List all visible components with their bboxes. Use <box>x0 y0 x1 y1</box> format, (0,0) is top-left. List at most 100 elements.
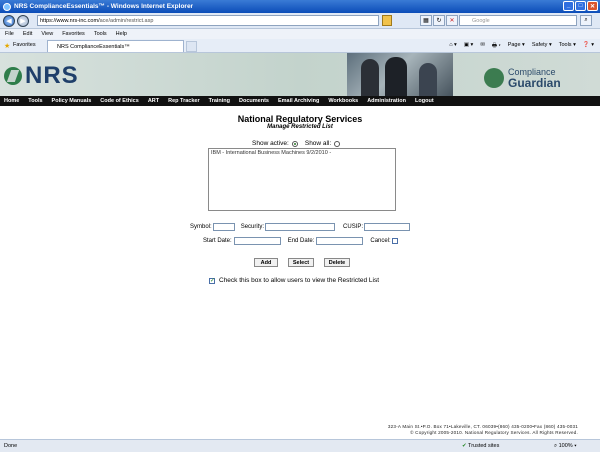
delete-button[interactable]: Delete <box>324 258 350 267</box>
date-row: Start Date: End Date: Cancel: <box>203 237 398 245</box>
nav-policy-manuals[interactable]: Policy Manuals <box>52 98 92 104</box>
nav-art[interactable]: ART <box>148 98 159 104</box>
menu-view[interactable]: View <box>41 31 53 37</box>
status-bar: Done ✔ Trusted sites ⌕ 100% ▾ <box>0 439 600 452</box>
page-menu[interactable]: Page ▾ <box>508 42 525 51</box>
nav-workbooks[interactable]: Workbooks <box>328 98 358 104</box>
page-content: National Regulatory Services Manage Rest… <box>0 106 600 439</box>
ie-logo-icon <box>3 2 11 11</box>
cusip-label: CUSIP: <box>343 224 364 230</box>
restricted-list[interactable]: IBM - International Business Machines 9/… <box>208 148 396 211</box>
menu-help[interactable]: Help <box>116 31 127 37</box>
zoom-text: 100% <box>558 443 573 449</box>
menu-tools[interactable]: Tools <box>94 31 107 37</box>
address-host: https://www.nrs-inc.com/ <box>40 17 100 24</box>
print-menu[interactable]: 🖶 ▾ <box>492 42 501 51</box>
compatibility-icon[interactable]: ▦ <box>420 15 432 26</box>
minimize-button[interactable]: _ <box>563 1 574 11</box>
show-all-label: Show all: <box>304 140 332 147</box>
window-titlebar: NRS ComplianceEssentials™ - Windows Inte… <box>0 0 600 13</box>
show-filter: Show active: Show all: <box>252 140 347 147</box>
security-input[interactable] <box>265 223 336 231</box>
nrs-logo-icon <box>4 67 22 85</box>
menu-file[interactable]: File <box>5 31 14 37</box>
main-nav: Home Tools Policy Manuals Code of Ethics… <box>0 96 600 106</box>
address-bar[interactable]: https://www.nrs-inc.com/ace/admin/restri… <box>37 15 379 26</box>
tools-menu[interactable]: Tools ▾ <box>559 42 576 51</box>
menu-favorites[interactable]: Favorites <box>62 31 85 37</box>
zone-indicator[interactable]: ✔ Trusted sites <box>462 443 499 449</box>
compliance-guardian-logo: Compliance Guardian <box>484 65 596 90</box>
favorites-button[interactable]: Favorites <box>13 42 36 48</box>
help-menu[interactable]: ❓ ▾ <box>583 42 594 51</box>
nav-training[interactable]: Training <box>209 98 230 104</box>
search-input[interactable]: Google <box>459 15 577 26</box>
mail-button[interactable]: ✉ <box>480 42 485 51</box>
page-title: National Regulatory Services <box>237 114 363 124</box>
stop-icon[interactable]: ✕ <box>446 15 458 26</box>
add-button[interactable]: Add <box>254 258 278 267</box>
address-path: ace/admin/restrict.asp <box>99 17 154 24</box>
cancel-label: Cancel: <box>370 238 391 244</box>
favorites-star-icon[interactable]: ★ <box>4 42 10 50</box>
zone-text: Trusted sites <box>468 443 500 449</box>
page-subtitle: Manage Restricted List <box>267 124 333 130</box>
tab-title: NRS ComplianceEssentials™ <box>57 43 130 50</box>
nav-logout[interactable]: Logout <box>415 98 434 104</box>
symbol-label: Symbol: <box>190 224 212 230</box>
cusip-input[interactable] <box>364 223 411 231</box>
nav-documents[interactable]: Documents <box>239 98 269 104</box>
end-date-label: End Date: <box>287 238 315 244</box>
nrs-logo-text: NRS <box>25 62 79 89</box>
allow-view-label: Check this box to allow users to view th… <box>219 277 380 284</box>
close-button[interactable]: ✕ <box>587 1 598 11</box>
start-date-input[interactable] <box>233 237 281 245</box>
menu-bar: File Edit View Favorites Tools Help <box>0 29 600 39</box>
select-button[interactable]: Select <box>288 258 314 267</box>
guardian-logo-icon <box>484 68 504 88</box>
nav-email-archiving[interactable]: Email Archiving <box>278 98 319 104</box>
show-all-radio[interactable] <box>334 140 341 147</box>
safety-menu[interactable]: Safety ▾ <box>532 42 552 51</box>
refresh-icon[interactable]: ↻ <box>433 15 445 26</box>
back-button[interactable]: ◀ <box>3 15 15 27</box>
browser-tab[interactable]: NRS ComplianceEssentials™ <box>47 40 184 52</box>
site-banner: NRS Compliance Guardian <box>0 53 600 96</box>
page-footer: 323-A Main St.•P.O. Box 71•Lakeville, CT… <box>388 424 578 436</box>
nav-code-of-ethics[interactable]: Code of Ethics <box>100 98 139 104</box>
show-active-radio[interactable] <box>291 140 298 147</box>
new-tab-button[interactable] <box>186 41 197 52</box>
allow-view-row: Check this box to allow users to view th… <box>209 277 379 284</box>
search-icon[interactable]: ⌕ <box>580 15 592 26</box>
nav-home[interactable]: Home <box>4 98 19 104</box>
favorites-bar: ★ Favorites NRS ComplianceEssentials™ ⌂ … <box>0 39 600 53</box>
cancel-checkbox[interactable] <box>391 238 398 244</box>
footer-copyright: © Copyright 2005-2010. National Regulato… <box>410 430 578 435</box>
nav-rep-tracker[interactable]: Rep Tracker <box>168 98 200 104</box>
allow-view-checkbox[interactable] <box>209 277 215 284</box>
window-title: NRS ComplianceEssentials™ - Windows Inte… <box>14 3 194 10</box>
nav-administration[interactable]: Administration <box>367 98 406 104</box>
feeds-menu[interactable]: ▣ ▾ <box>464 42 474 51</box>
security-label: Security: <box>240 224 265 230</box>
trusted-check-icon: ✔ <box>462 443 467 449</box>
cg-line2: Guardian <box>508 76 561 90</box>
list-item[interactable]: IBM - International Business Machines 9/… <box>209 149 395 157</box>
home-menu[interactable]: ⌂ ▾ <box>449 42 457 51</box>
zoom-control[interactable]: ⌕ 100% ▾ <box>554 443 577 450</box>
show-active-label: Show active: <box>252 140 289 147</box>
symbol-row: Symbol: Security: CUSIP: <box>190 223 411 231</box>
banner-photo <box>347 53 453 96</box>
lock-icon[interactable] <box>382 15 392 26</box>
maximize-button[interactable]: □ <box>575 1 586 11</box>
zoom-icon: ⌕ <box>554 443 558 449</box>
nrs-logo[interactable]: NRS <box>4 62 79 90</box>
start-date-label: Start Date: <box>203 238 232 244</box>
forward-button[interactable]: ▶ <box>17 15 29 27</box>
address-toolbar: ◀ ▶ https://www.nrs-inc.com/ace/admin/re… <box>0 13 600 29</box>
symbol-input[interactable] <box>212 223 235 231</box>
menu-edit[interactable]: Edit <box>23 31 32 37</box>
status-text: Done <box>4 443 18 449</box>
nav-tools[interactable]: Tools <box>28 98 42 104</box>
end-date-input[interactable] <box>316 237 364 245</box>
